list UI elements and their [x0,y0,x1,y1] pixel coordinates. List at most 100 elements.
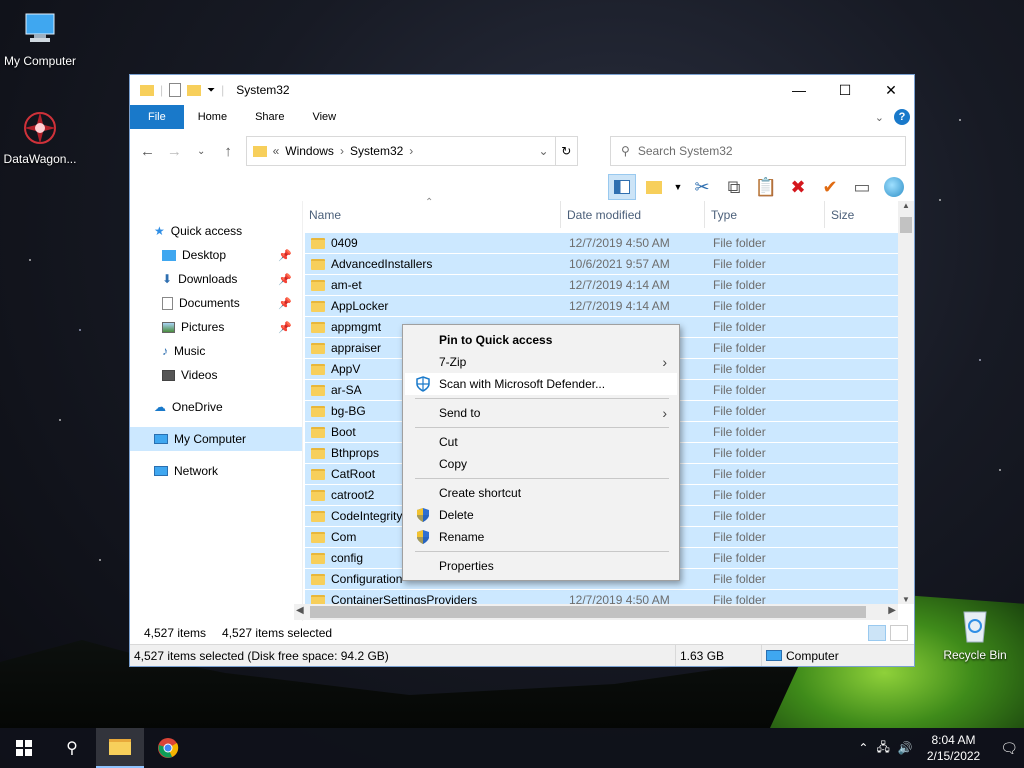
notifications-icon[interactable]: 🗨 [1000,740,1018,757]
close-button[interactable]: ✕ [868,75,914,105]
column-header-name[interactable]: Name ⌃ [303,197,561,228]
nav-item-network[interactable]: Network [130,459,302,483]
refresh-button[interactable]: ↻ [555,136,579,166]
search-button[interactable]: ⚲ [48,728,96,768]
quick-access-dropdown-icon[interactable]: ⏷ [207,85,215,96]
nav-item-onedrive[interactable]: ☁ OneDrive [130,395,302,419]
desktop-icon-my-computer[interactable]: My Computer [0,10,80,68]
maximize-button[interactable]: ☐ [822,75,868,105]
scroll-right-icon[interactable]: ▶ [888,605,896,616]
delete-icon[interactable]: ✖ [784,174,812,200]
search-input[interactable]: ⚲ Search System32 [610,136,906,166]
folder-icon [311,426,325,438]
tab-home[interactable]: Home [184,105,241,129]
column-header-type[interactable]: Type [705,201,825,228]
vertical-scrollbar[interactable]: ▲ ▼ [898,201,914,604]
menu-item-send-to[interactable]: Send to › [405,402,677,424]
help-icon[interactable]: ? [894,109,910,125]
copy-icon[interactable]: ⧉ [720,174,748,200]
tab-share[interactable]: Share [241,105,298,129]
clock[interactable]: 8:04 AM 2/15/2022 [921,732,986,764]
checkmark-icon[interactable]: ✔ [816,174,844,200]
horizontal-scrollbar[interactable]: ◀ ▶ [294,604,898,620]
pin-icon[interactable]: 📌 [278,321,292,334]
minimize-button[interactable]: — [776,75,822,105]
forward-button[interactable]: → [165,143,184,160]
expand-ribbon-icon[interactable]: ⌄ [875,111,884,124]
file-name-cell: am-et [305,278,563,292]
table-row[interactable]: AppLocker 12/7/2019 4:14 AM File folder [305,296,898,317]
taskbar-file-explorer[interactable] [96,728,144,768]
tab-file[interactable]: File [130,105,184,129]
paste-icon[interactable]: 📋 [752,174,780,200]
menu-item-pin-to-quick-access[interactable]: Pin to Quick access [405,329,677,351]
cut-icon[interactable]: ✂ [688,174,716,200]
nav-item-quick-access[interactable]: ★ Quick access [130,219,302,243]
file-name-cell: AdvancedInstallers [305,257,563,271]
up-button[interactable]: ↑ [219,143,238,160]
scroll-up-icon[interactable]: ▲ [898,201,914,210]
chevron-right-icon[interactable]: › [340,144,344,158]
menu-item-delete[interactable]: Delete [405,504,677,526]
new-folder-icon[interactable] [187,84,202,96]
folder-icon [311,489,325,501]
large-icons-view-icon[interactable] [890,625,908,641]
nav-item-my-computer[interactable]: My Computer [130,427,302,451]
chevron-right-icon[interactable]: › [409,144,413,158]
menu-item-scan-with-microsoft-defender[interactable]: Scan with Microsoft Defender... [405,373,677,395]
menu-item-create-shortcut[interactable]: Create shortcut [405,482,677,504]
start-button[interactable] [0,728,48,768]
menu-item-properties[interactable]: Properties [405,555,677,577]
scroll-left-icon[interactable]: ◀ [296,605,304,616]
nav-item-videos[interactable]: Videos [130,363,302,387]
new-folder-toolbar-icon[interactable] [640,174,668,200]
address-bar[interactable]: « Windows › System32 › ⌄ [245,136,556,166]
network-icon[interactable]: 🖧 [876,738,889,759]
breadcrumb-system32[interactable]: System32 [350,144,403,158]
table-row[interactable]: 0409 12/7/2019 4:50 AM File folder [305,233,898,254]
nav-item-desktop[interactable]: Desktop 📌 [130,243,302,267]
nav-item-music[interactable]: ♪ Music [130,339,302,363]
windows-logo-icon [16,740,32,756]
nav-item-downloads[interactable]: ⬇ Downloads 📌 [130,267,302,291]
nav-item-documents[interactable]: Documents 📌 [130,291,302,315]
folder-icon [311,573,325,585]
title-bar: | ⏷ | System32 — ☐ ✕ [130,75,914,105]
pin-icon[interactable]: 📌 [278,273,292,286]
table-row[interactable]: ContainerSettingsProviders 12/7/2019 4:50… [305,590,898,604]
properties-icon[interactable] [169,83,182,97]
folder-icon [252,145,267,157]
details-view-icon[interactable] [868,625,886,641]
chevron-up-icon[interactable]: ⌃ [858,741,868,755]
scroll-thumb[interactable] [900,217,912,233]
scroll-thumb[interactable] [310,606,866,618]
back-button[interactable]: ← [138,143,157,160]
scroll-down-icon[interactable]: ▼ [898,595,914,604]
address-dropdown-icon[interactable]: ⌄ [539,144,549,158]
column-header-size[interactable]: Size [825,201,905,228]
breadcrumb-windows[interactable]: Windows [285,144,334,158]
tab-view[interactable]: View [298,105,350,129]
sort-ascending-icon: ⌃ [425,197,434,208]
pin-icon[interactable]: 📌 [278,297,292,310]
desktop-icon-datawagon[interactable]: DataWagon... [0,108,80,166]
menu-separator [415,427,669,428]
table-row[interactable]: am-et 12/7/2019 4:14 AM File folder [305,275,898,296]
pin-icon[interactable]: 📌 [278,249,292,262]
table-row[interactable]: AdvancedInstallers 10/6/2021 9:57 AM File … [305,254,898,275]
recent-locations-button[interactable]: ⌄ [192,146,211,157]
shell-icon[interactable] [880,174,908,200]
column-header-date[interactable]: Date modified [561,201,705,228]
nav-item-pictures[interactable]: Pictures 📌 [130,315,302,339]
taskbar-chrome[interactable] [144,728,192,768]
rename-icon[interactable]: ▭ [848,174,876,200]
dropdown-icon[interactable]: ▼ [672,174,684,200]
menu-item-cut[interactable]: Cut [405,431,677,453]
menu-item-copy[interactable]: Copy [405,453,677,475]
volume-icon[interactable]: 🔊 [898,741,913,755]
file-type-cell: File folder [713,404,766,418]
menu-item-7-zip[interactable]: 7-Zip › [405,351,677,373]
menu-item-rename[interactable]: Rename [405,526,677,548]
preview-pane-icon[interactable] [608,174,636,200]
desktop-icon-recycle-bin[interactable]: Recycle Bin [935,604,1015,662]
